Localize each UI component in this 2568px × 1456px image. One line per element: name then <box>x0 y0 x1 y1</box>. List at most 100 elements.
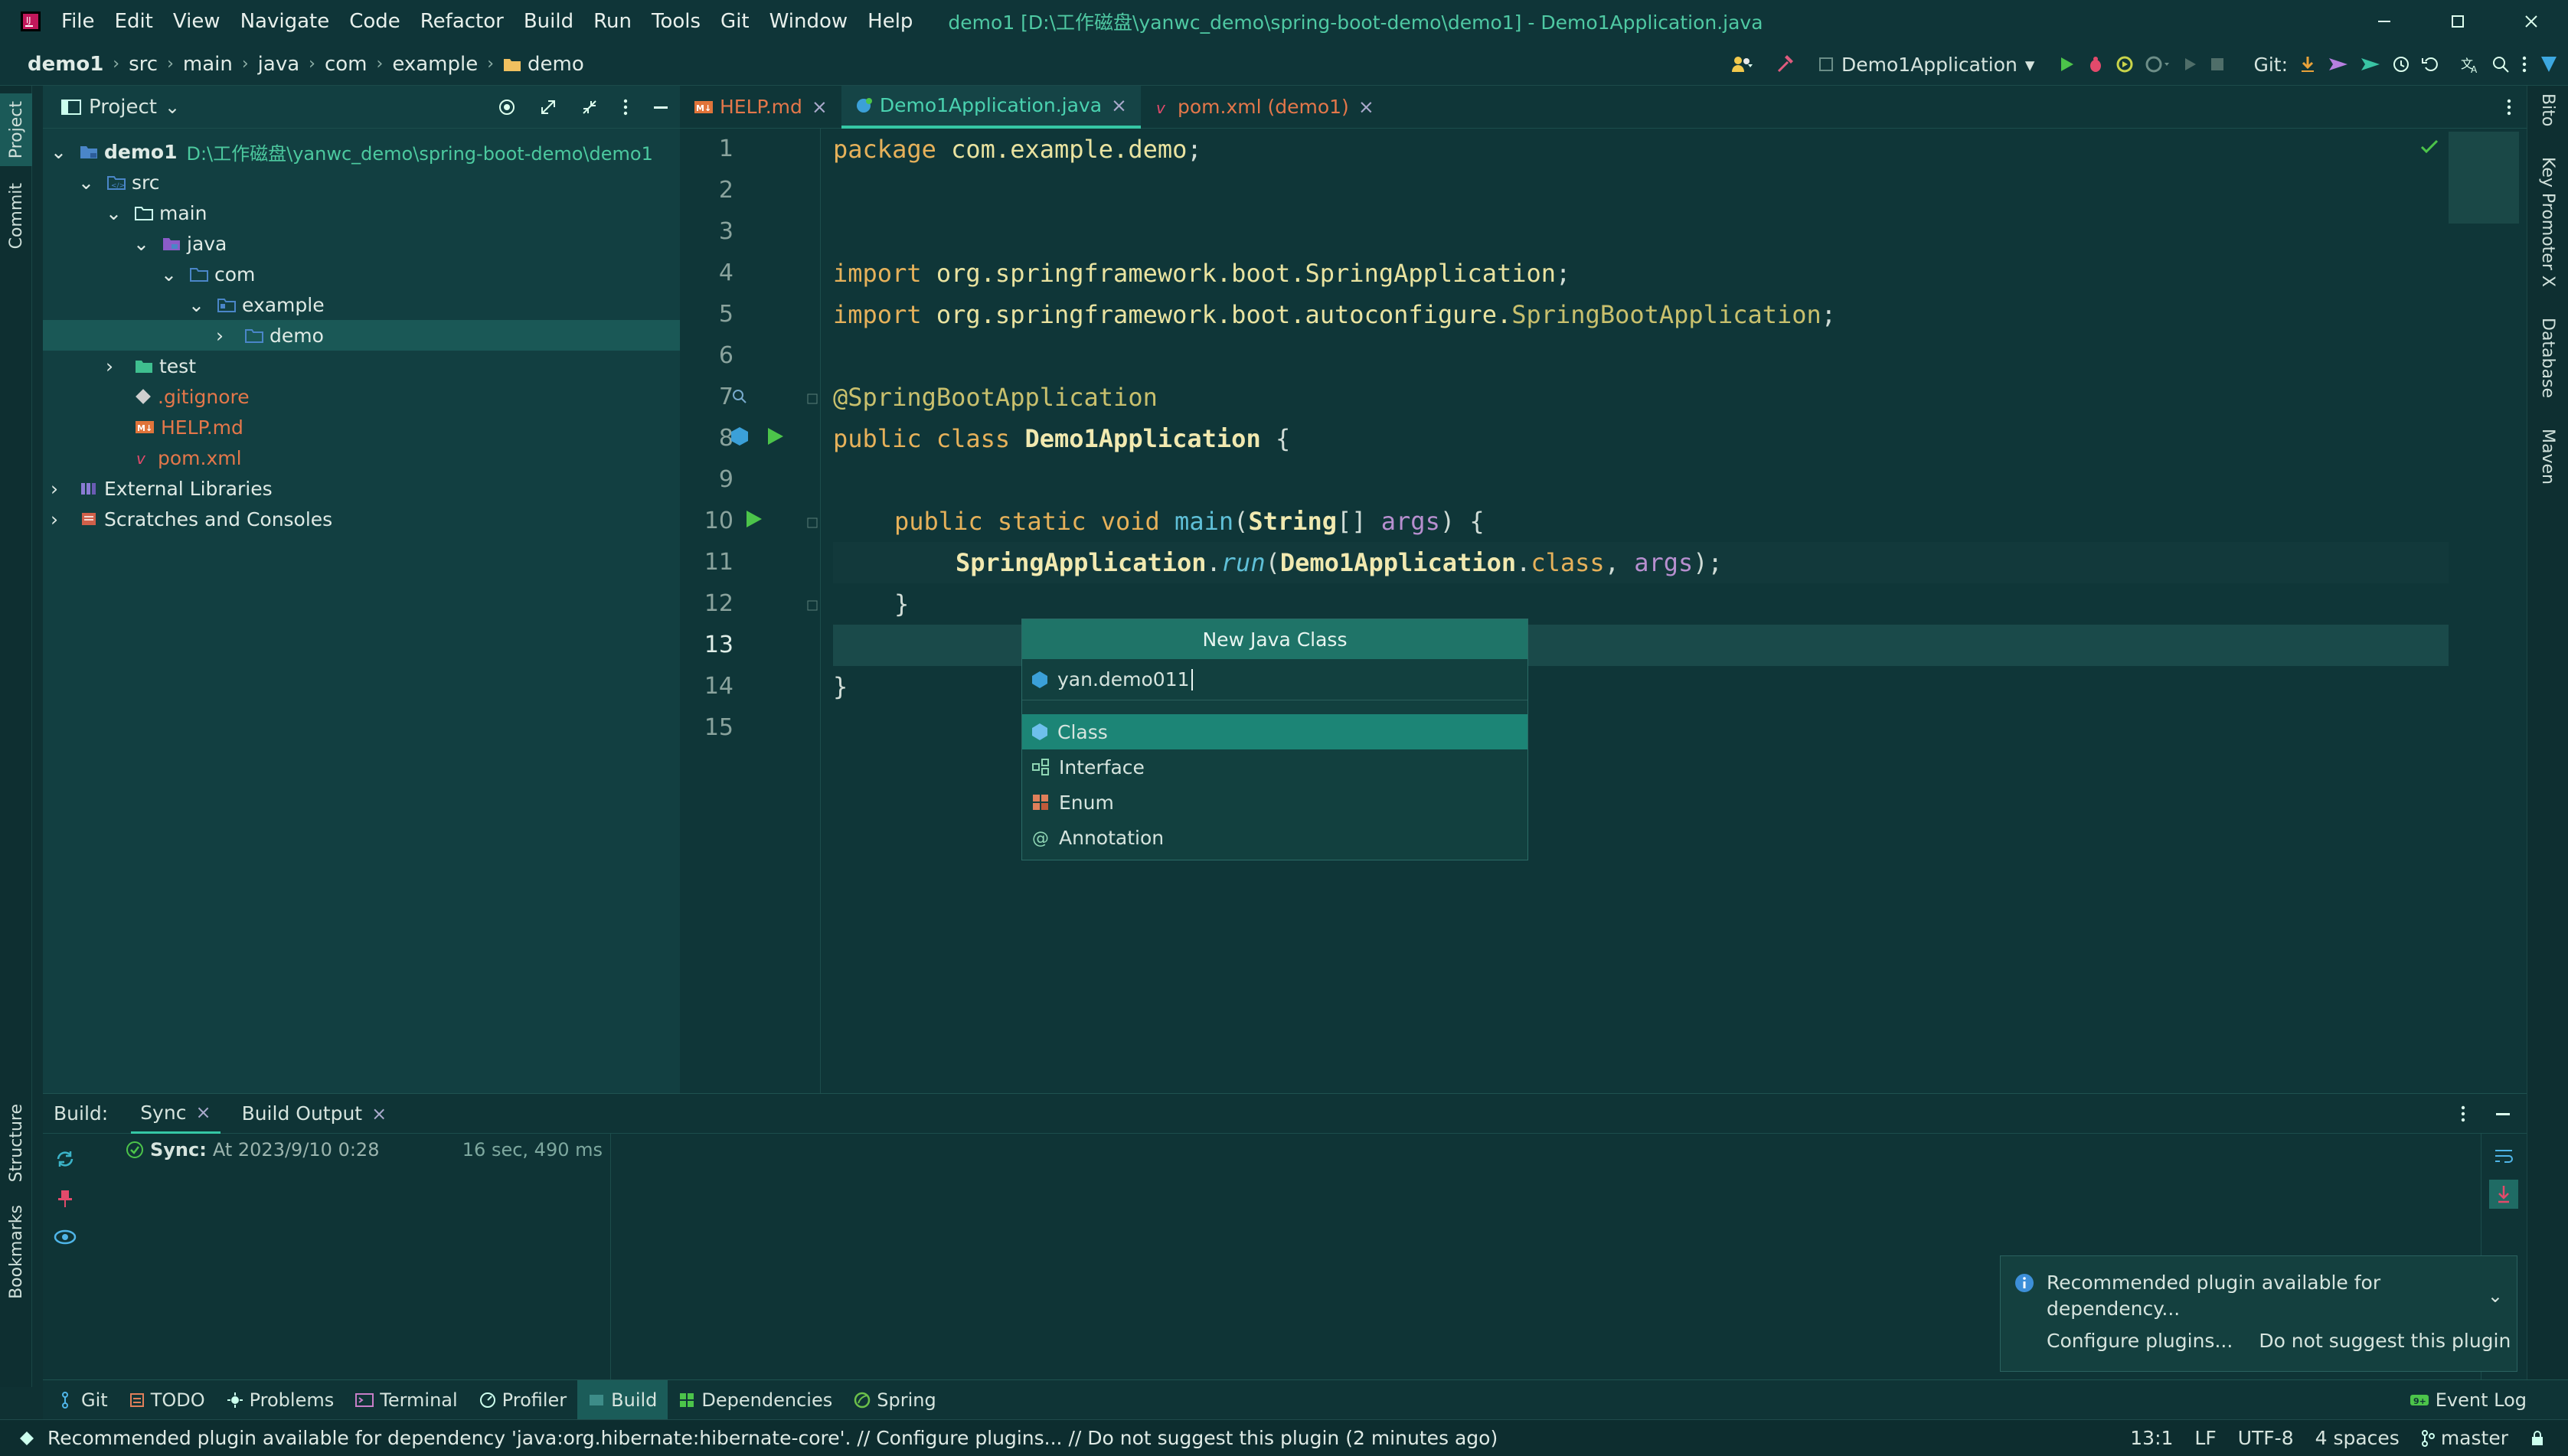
chevron-down-icon[interactable]: ⌄ <box>188 294 211 316</box>
tree-item-scratches[interactable]: › Scratches and Consoles <box>43 504 680 534</box>
tree-item-help-md[interactable]: M↓ HELP.md <box>43 412 680 442</box>
tab-help-md[interactable]: M↓ HELP.md × <box>680 86 841 129</box>
maximize-icon[interactable] <box>2421 0 2494 43</box>
stripe-database[interactable]: Database <box>2538 318 2557 398</box>
chevron-down-icon[interactable]: ⌄ <box>161 263 184 286</box>
chevron-down-icon[interactable]: ⌄ <box>133 233 156 255</box>
indent-setting[interactable]: 4 spaces <box>2315 1427 2400 1449</box>
toolwindow-git[interactable]: Git <box>51 1380 119 1420</box>
minimize-icon[interactable] <box>2347 0 2421 43</box>
chevron-right-icon[interactable]: › <box>216 325 239 347</box>
tree-item-gitignore[interactable]: .gitignore <box>43 381 680 412</box>
spring-bean-icon[interactable] <box>729 426 750 447</box>
more-vertical-icon[interactable] <box>2505 98 2513 116</box>
tab-demo1application[interactable]: Demo1Application.java × <box>841 85 1141 129</box>
toolwindow-todo[interactable]: TODO <box>119 1380 216 1420</box>
menu-navigate[interactable]: Navigate <box>240 10 330 33</box>
close-tab-icon[interactable]: × <box>195 1102 211 1123</box>
notification-status-icon[interactable] <box>18 1430 35 1447</box>
more-vertical-icon[interactable] <box>622 98 629 116</box>
tree-item-external-libraries[interactable]: › External Libraries <box>43 473 680 504</box>
tree-item-demo[interactable]: › demo <box>43 320 680 351</box>
soft-wrap-icon[interactable] <box>2494 1147 2514 1164</box>
scroll-to-end-icon[interactable] <box>2489 1180 2518 1209</box>
menu-git[interactable]: Git <box>720 10 750 33</box>
configure-plugins-link[interactable]: Configure plugins... <box>2047 1330 2233 1352</box>
class-name-input[interactable]: yan.demo011 <box>1022 659 1527 700</box>
menu-file[interactable]: File <box>61 10 95 33</box>
toolwindow-dependencies[interactable]: Dependencies <box>668 1380 843 1420</box>
expand-all-icon[interactable] <box>539 98 557 116</box>
tree-root[interactable]: ⌄ demo1 D:\工作磁盘\yanwc_demo\spring-boot-d… <box>43 136 680 167</box>
breadcrumb-com[interactable]: com <box>325 53 368 76</box>
fold-icon[interactable] <box>807 600 818 611</box>
breadcrumb-demo1[interactable]: demo1 <box>28 53 103 76</box>
tree-item-main[interactable]: ⌄ main <box>43 198 680 228</box>
do-not-suggest-link[interactable]: Do not suggest this plugin <box>2259 1330 2511 1352</box>
stripe-maven[interactable]: Maven <box>2538 429 2557 485</box>
run-gutter-icon[interactable] <box>764 426 786 447</box>
option-enum[interactable]: Enum <box>1022 785 1527 820</box>
tree-item-test[interactable]: › test <box>43 351 680 381</box>
eye-icon[interactable] <box>54 1229 77 1245</box>
sync-refresh-icon[interactable] <box>55 1149 75 1169</box>
option-interface[interactable]: Interface <box>1022 749 1527 785</box>
toolwindow-terminal[interactable]: Terminal <box>345 1380 468 1420</box>
close-window-icon[interactable] <box>2494 0 2568 43</box>
menu-view[interactable]: View <box>173 10 221 33</box>
chevron-down-icon[interactable]: ⌄ <box>51 141 74 163</box>
jetbrains-ai-icon[interactable] <box>2539 54 2559 74</box>
tree-item-java[interactable]: ⌄ java <box>43 228 680 259</box>
translate-icon[interactable]: 文A <box>2461 54 2481 74</box>
hammer-build-icon[interactable] <box>1776 54 1795 74</box>
lock-icon[interactable] <box>2530 1430 2545 1447</box>
rollback-icon[interactable] <box>2421 55 2439 73</box>
file-encoding[interactable]: UTF-8 <box>2238 1427 2294 1449</box>
close-tab-icon[interactable]: × <box>1111 94 1127 116</box>
caret-position[interactable]: 13:1 <box>2130 1427 2173 1449</box>
tab-sync[interactable]: Sync × <box>131 1094 221 1134</box>
collapse-all-icon[interactable] <box>580 98 599 116</box>
inspection-ok-icon[interactable] <box>2419 139 2439 155</box>
stripe-bookmarks[interactable]: Bookmarks <box>7 1205 26 1299</box>
more-vertical-icon[interactable] <box>2459 1105 2467 1123</box>
stripe-bito[interactable]: Bito <box>2538 93 2557 126</box>
coverage-icon[interactable] <box>2115 55 2134 73</box>
users-icon[interactable] <box>1731 55 1757 73</box>
option-annotation[interactable]: @ Annotation <box>1022 820 1527 855</box>
chevron-down-icon[interactable]: ⌄ <box>78 171 101 194</box>
tab-pom-xml[interactable]: v pom.xml (demo1) × <box>1141 86 1388 129</box>
hide-panel-icon[interactable] <box>652 99 669 116</box>
breadcrumb-java[interactable]: java <box>258 53 299 76</box>
tab-build-output[interactable]: Build Output × <box>233 1094 397 1134</box>
tree-item-pom[interactable]: v pom.xml <box>43 442 680 473</box>
sync-result-row[interactable]: Sync: At 2023/9/10 0:28 16 sec, 490 ms <box>89 1134 610 1166</box>
tree-item-com[interactable]: ⌄ com <box>43 259 680 289</box>
toolwindow-spring[interactable]: Spring <box>843 1380 946 1420</box>
menu-edit[interactable]: Edit <box>115 10 153 33</box>
menu-refactor[interactable]: Refactor <box>420 10 504 33</box>
tree-item-src[interactable]: ⌄ </> src <box>43 167 680 198</box>
chevron-down-icon[interactable]: ⌄ <box>165 96 180 118</box>
search-icon[interactable] <box>2491 55 2510 73</box>
git-update-icon[interactable] <box>2298 55 2317 73</box>
close-tab-icon[interactable]: × <box>371 1103 387 1125</box>
toolwindow-problems[interactable]: Problems <box>216 1380 345 1420</box>
menu-window[interactable]: Window <box>769 10 848 33</box>
menu-code[interactable]: Code <box>349 10 400 33</box>
chevron-down-icon[interactable]: ⌄ <box>106 202 129 224</box>
close-tab-icon[interactable]: × <box>1358 96 1374 118</box>
toolwindow-event-log[interactable]: 9+ Event Log <box>2399 1380 2537 1420</box>
find-usages-icon[interactable] <box>730 387 749 406</box>
close-tab-icon[interactable]: × <box>812 96 828 118</box>
project-panel-title[interactable]: Project <box>89 96 157 119</box>
status-message[interactable]: Recommended plugin available for depende… <box>47 1427 1498 1449</box>
profiler-icon[interactable] <box>2145 55 2171 73</box>
chevron-right-icon[interactable]: › <box>51 508 74 530</box>
chevron-down-icon[interactable]: ⌄ <box>2488 1285 2503 1307</box>
run-icon[interactable] <box>2057 55 2076 73</box>
run-configuration-selector[interactable]: Demo1Application ▾ <box>1818 54 2034 76</box>
toolwindow-profiler[interactable]: Profiler <box>469 1380 578 1420</box>
pin-icon[interactable] <box>57 1189 74 1209</box>
locate-target-icon[interactable] <box>498 98 516 116</box>
